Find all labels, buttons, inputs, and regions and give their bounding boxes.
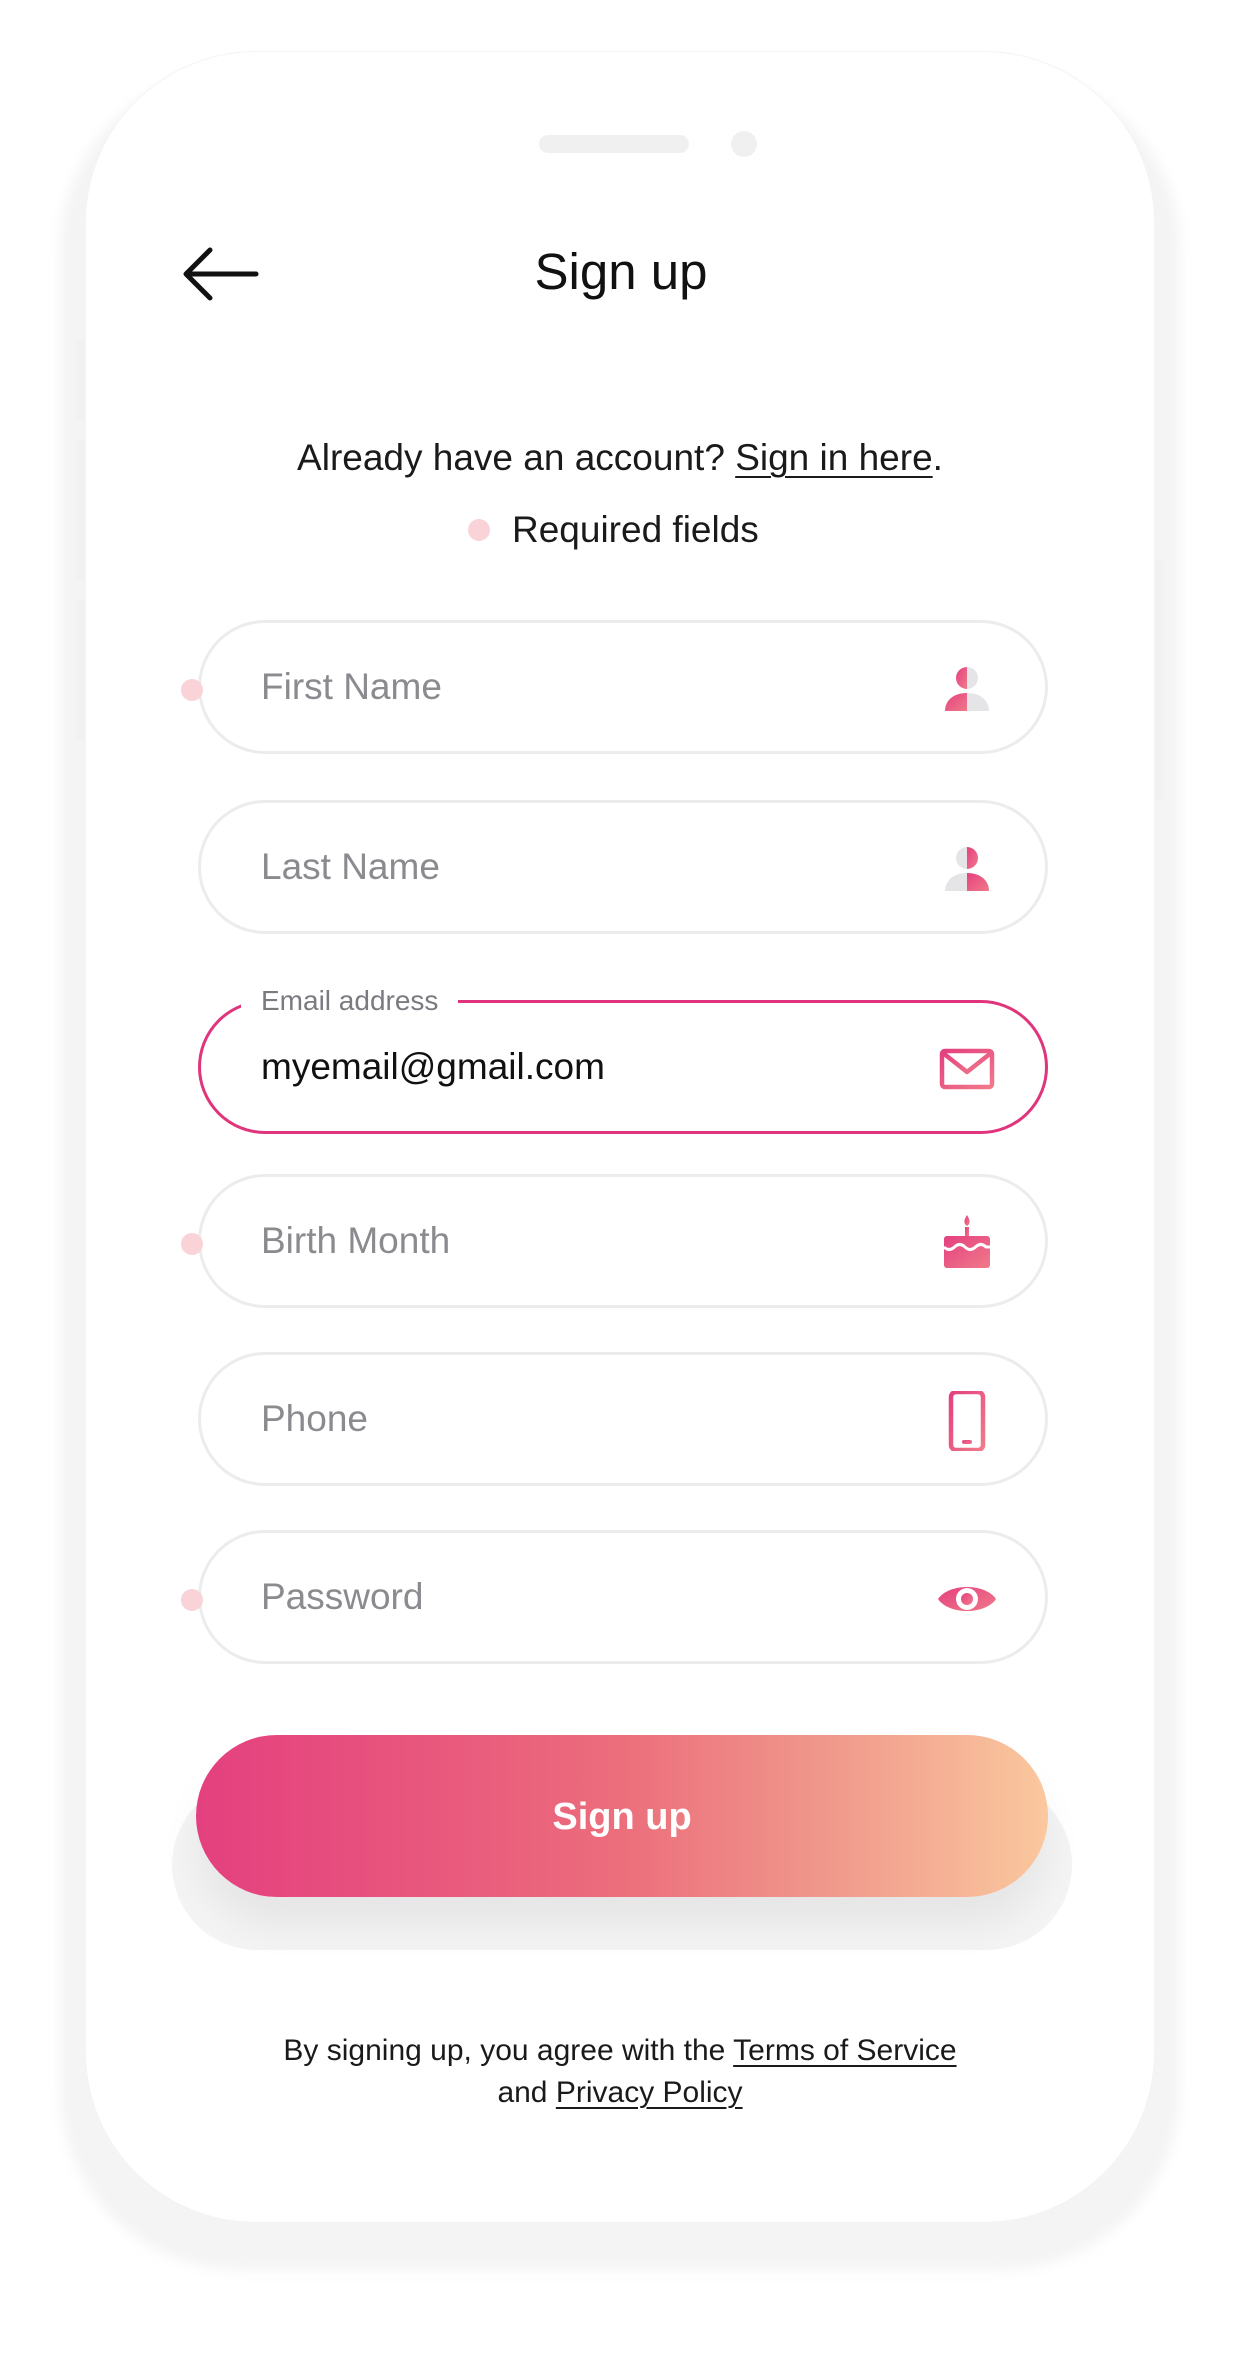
signin-prompt: Already have an account? Sign in here. bbox=[200, 428, 1040, 488]
signin-prompt-text: Already have an account? bbox=[297, 437, 725, 478]
password-field[interactable] bbox=[181, 1530, 1048, 1664]
terms-prefix: By signing up, you agree with the bbox=[283, 2034, 726, 2067]
birth-month-field[interactable] bbox=[181, 1174, 1048, 1308]
first-name-input[interactable] bbox=[261, 623, 861, 751]
eye-icon[interactable] bbox=[937, 1569, 997, 1629]
submit-signup-button[interactable]: Sign up bbox=[196, 1735, 1048, 1897]
phone-icon bbox=[948, 1391, 986, 1451]
arrow-left-icon bbox=[183, 247, 259, 301]
required-dot-icon bbox=[181, 679, 203, 701]
required-dot-icon bbox=[181, 1589, 203, 1611]
terms-of-service-link[interactable]: Terms of Service bbox=[733, 2034, 956, 2067]
password-input[interactable] bbox=[261, 1533, 861, 1661]
person-icon bbox=[945, 667, 989, 711]
email-input[interactable] bbox=[261, 1003, 861, 1131]
person-icon bbox=[945, 847, 989, 891]
signin-suffix: . bbox=[932, 437, 943, 478]
required-dot-icon bbox=[468, 519, 490, 541]
privacy-policy-link[interactable]: Privacy Policy bbox=[556, 2076, 743, 2109]
birth-month-input[interactable] bbox=[261, 1177, 861, 1305]
phone-field[interactable] bbox=[198, 1352, 1048, 1486]
page-title: Sign up bbox=[534, 243, 708, 300]
required-fields-label: Required fields bbox=[512, 509, 759, 550]
cake-icon bbox=[942, 1215, 990, 1268]
terms-line-1: By signing up, you agree with the Terms … bbox=[200, 2030, 1040, 2072]
phone-camera bbox=[731, 131, 757, 157]
first-name-field[interactable] bbox=[181, 620, 1048, 754]
phone-speaker bbox=[539, 135, 689, 153]
envelope-icon bbox=[939, 1048, 995, 1090]
required-fields-note: Required fields bbox=[468, 500, 759, 560]
terms-line-2: and Privacy Policy bbox=[200, 2072, 1040, 2114]
screen: Sign up Already have an account? Sign in… bbox=[0, 0, 1242, 2368]
terms-and: and bbox=[497, 2076, 548, 2109]
back-button[interactable] bbox=[182, 244, 260, 304]
signin-link[interactable]: Sign in here bbox=[735, 437, 932, 478]
last-name-field[interactable] bbox=[198, 800, 1048, 934]
required-dot-icon bbox=[181, 1233, 203, 1255]
phone-input[interactable] bbox=[261, 1355, 861, 1483]
last-name-input[interactable] bbox=[261, 803, 861, 931]
terms-notice: By signing up, you agree with the Terms … bbox=[200, 2030, 1040, 2114]
email-field[interactable]: Email address bbox=[198, 981, 1048, 1134]
